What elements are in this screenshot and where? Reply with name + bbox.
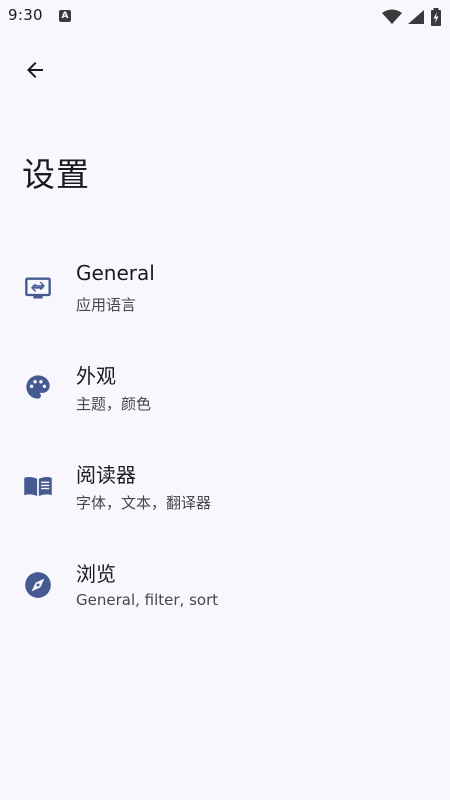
item-subtitle-general: 应用语言	[76, 296, 137, 314]
status-bar: 9:30 A	[0, 0, 450, 32]
settings-item-appearance[interactable]: 外观 主题，颜色	[0, 345, 450, 444]
item-subtitle-reader: 字体，文本，翻译器	[76, 494, 212, 512]
settings-item-general[interactable]: General 应用语言	[0, 246, 450, 345]
status-icons	[381, 6, 442, 26]
settings-list: General 应用语言 外观 主题，颜色 阅读器 字体，文本，翻译器 浏览 G…	[0, 246, 450, 642]
language-display-icon	[22, 272, 54, 304]
item-title-general: General	[76, 261, 155, 285]
item-subtitle-appearance: 主题，颜色	[76, 395, 152, 413]
settings-item-browse[interactable]: 浏览 General, filter, sort	[0, 543, 450, 642]
item-subtitle-browse: General, filter, sort	[76, 591, 219, 609]
item-title-browse: 浏览	[76, 562, 116, 586]
battery-charging-icon	[431, 7, 441, 26]
compass-icon	[22, 569, 54, 601]
item-title-reader: 阅读器	[76, 463, 136, 487]
item-title-appearance: 外观	[76, 364, 116, 388]
signal-icon	[407, 9, 424, 24]
book-icon	[22, 470, 54, 502]
settings-item-reader[interactable]: 阅读器 字体，文本，翻译器	[0, 444, 450, 543]
wifi-icon	[381, 9, 402, 24]
arrow-back-icon	[27, 62, 43, 78]
notification-icon: A	[59, 10, 71, 22]
back-button[interactable]	[14, 49, 56, 91]
status-time: 9:30	[8, 6, 43, 24]
palette-icon	[22, 371, 54, 403]
page-title: 设置	[22, 155, 90, 194]
